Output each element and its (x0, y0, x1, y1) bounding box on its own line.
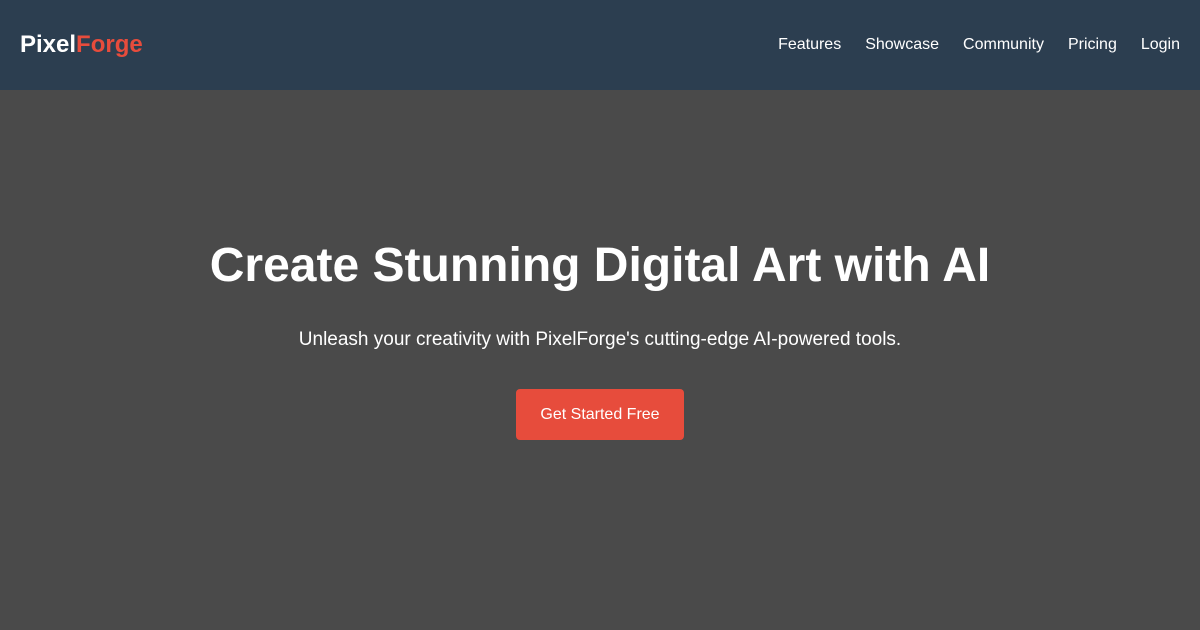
hero-section: Create Stunning Digital Art with AI Unle… (0, 90, 1200, 630)
get-started-button[interactable]: Get Started Free (516, 389, 684, 440)
hero-subtitle: Unleash your creativity with PixelForge'… (298, 329, 902, 350)
nav-links: Features Showcase Community Pricing Logi… (778, 36, 1180, 54)
nav-link-login[interactable]: Login (1141, 36, 1180, 54)
top-navbar: PixelForge Features Showcase Community P… (0, 0, 1200, 90)
logo-text-forge: Forge (76, 31, 143, 58)
logo-text-pixel: Pixel (20, 31, 77, 58)
nav-link-features[interactable]: Features (778, 36, 841, 54)
nav-link-pricing[interactable]: Pricing (1068, 36, 1117, 54)
site-logo[interactable]: PixelForge (20, 31, 143, 59)
hero-title: Create Stunning Digital Art with AI (209, 239, 991, 292)
nav-link-showcase[interactable]: Showcase (865, 36, 939, 54)
nav-link-community[interactable]: Community (963, 36, 1044, 54)
